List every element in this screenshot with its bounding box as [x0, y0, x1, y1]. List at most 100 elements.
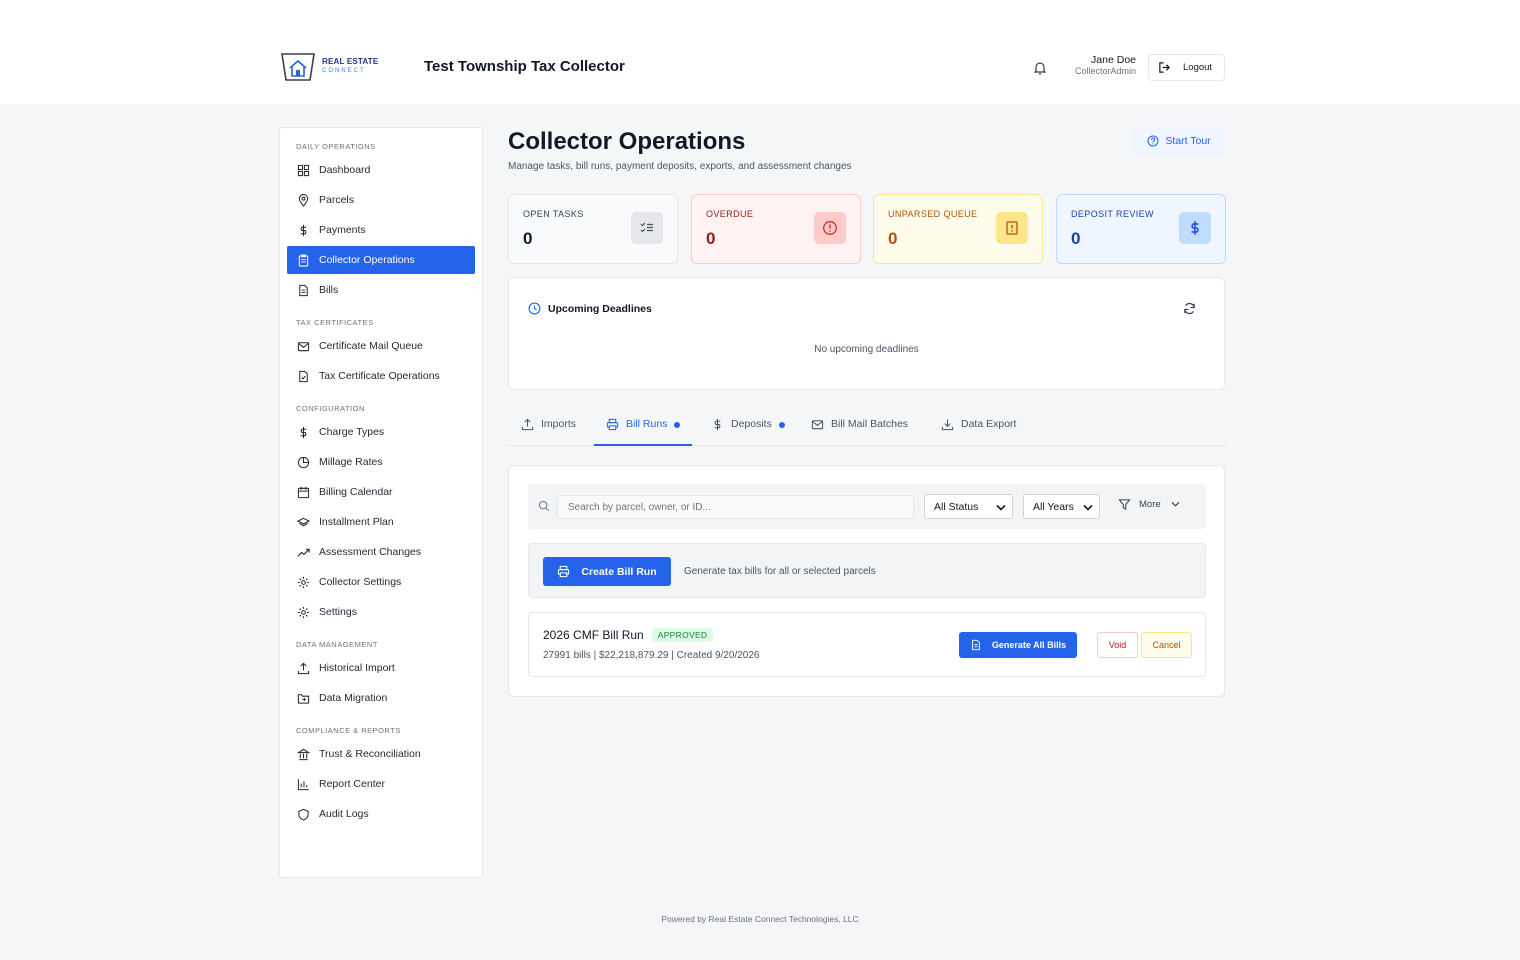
status-badge: APPROVED — [651, 628, 714, 642]
sidebar-item-audit-logs[interactable]: Audit Logs — [287, 800, 475, 828]
tab-bill-mail-batches[interactable]: Bill Mail Batches — [811, 418, 908, 446]
stat-card-open-tasks[interactable]: OPEN TASKS 0 — [508, 194, 678, 264]
years-select-value: All Years — [1033, 500, 1074, 513]
create-bill-run-label: Create Bill Run — [581, 565, 657, 578]
sidebar-item-settings[interactable]: Settings — [287, 598, 475, 626]
sidebar-item-assessment-changes[interactable]: Assessment Changes — [287, 538, 475, 566]
tab-label: Bill Mail Batches — [831, 418, 909, 430]
void-button[interactable]: Void — [1097, 632, 1138, 658]
sidebar-item-report-center[interactable]: Report Center — [287, 770, 475, 798]
sidebar-section-title: DAILY OPERATIONS — [296, 142, 376, 151]
sidebar-item-label: Billing Calendar — [319, 486, 393, 498]
gear-icon — [297, 606, 310, 618]
chevron-down-icon — [996, 504, 1006, 511]
sidebar-item-trust-reconciliation[interactable]: Trust & Reconciliation — [287, 740, 475, 768]
user-role: CollectorAdmin — [1074, 66, 1136, 77]
cancel-button[interactable]: Cancel — [1141, 632, 1192, 658]
chevron-down-icon — [1171, 501, 1180, 507]
page-subtitle: Manage tasks, bill runs, payment deposit… — [508, 161, 852, 172]
sidebar-item-label: Assessment Changes — [319, 546, 422, 558]
deadlines-empty-text: No upcoming deadlines — [814, 344, 919, 355]
page-title: Collector Operations — [508, 128, 746, 155]
dollar-icon — [1191, 221, 1199, 235]
logout-button[interactable]: Logout — [1148, 54, 1225, 81]
sidebar-item-bills[interactable]: Bills — [287, 276, 475, 304]
sidebar-item-collector-operations[interactable]: Collector Operations — [287, 246, 475, 274]
dollar-icon — [714, 418, 721, 431]
sidebar-item-label: Dashboard — [319, 164, 371, 176]
sidebar-item-millage-rates[interactable]: Millage Rates — [287, 448, 475, 476]
sidebar-item-label: Parcels — [319, 194, 355, 206]
bill-run-name: 2026 CMF Bill Run — [543, 628, 644, 642]
sidebar-item-label: Millage Rates — [319, 456, 383, 468]
footer-text: Powered by Real Estate Connect Technolog… — [661, 914, 859, 924]
shield-icon — [298, 808, 309, 821]
create-bill-run-button[interactable]: Create Bill Run — [543, 557, 671, 586]
file-check-icon — [299, 370, 308, 382]
sidebar-item-label: Collector Settings — [319, 576, 402, 588]
sidebar-item-label: Certificate Mail Queue — [319, 340, 423, 352]
sidebar-item-collector-settings[interactable]: Collector Settings — [287, 568, 475, 596]
sidebar-item-billing-calendar[interactable]: Billing Calendar — [287, 478, 475, 506]
years-select[interactable]: All Years — [1023, 494, 1100, 519]
stats-row: OPEN TASKS 0 OVERDUE 0 UNPARSED QUEUE 0 … — [508, 194, 1226, 264]
sidebar-item-label: Bills — [319, 284, 339, 296]
logo[interactable]: REAL ESTATE CONNECT — [280, 48, 380, 84]
refresh-icon[interactable] — [1183, 302, 1196, 315]
search-input[interactable] — [557, 495, 914, 519]
sidebar-item-parcels[interactable]: Parcels — [287, 186, 475, 214]
house-logo-icon — [281, 53, 315, 81]
tab-label: Deposits — [731, 418, 772, 430]
sidebar-item-installment-plan[interactable]: Installment Plan — [287, 508, 475, 536]
sidebar-item-payments[interactable]: Payments — [287, 216, 475, 244]
generate-all-bills-label: Generate All Bills — [991, 640, 1067, 650]
tab-bill-runs[interactable]: Bill Runs — [594, 418, 693, 446]
map-pin-icon — [298, 193, 309, 207]
sidebar-item-label: Audit Logs — [319, 808, 369, 820]
bar-chart-icon — [297, 778, 309, 790]
list-checks-icon — [640, 222, 653, 233]
stat-card-overdue[interactable]: OVERDUE 0 — [691, 194, 861, 264]
sidebar-item-label: Settings — [319, 606, 357, 618]
calendar-icon — [297, 486, 310, 498]
sidebar-item-tax-certificate-operations[interactable]: Tax Certificate Operations — [287, 362, 475, 390]
sidebar-item-dashboard[interactable]: Dashboard — [287, 156, 475, 184]
status-select[interactable]: All Status — [924, 494, 1013, 519]
more-filters-button[interactable]: More — [1118, 498, 1180, 511]
sidebar-item-label: Tax Certificate Operations — [319, 370, 440, 382]
start-tour-button[interactable]: Start Tour — [1133, 127, 1225, 155]
tab-imports[interactable]: Imports — [521, 418, 576, 446]
sidebar-item-label: Payments — [319, 224, 366, 236]
bell-icon[interactable] — [1032, 60, 1048, 76]
tab-label: Bill Runs — [626, 418, 668, 430]
app-title: Test Township Tax Collector — [424, 58, 625, 75]
logout-label: Logout — [1183, 62, 1213, 73]
printer-icon — [558, 565, 570, 578]
printer-icon — [606, 418, 619, 431]
sidebar-item-historical-import[interactable]: Historical Import — [287, 654, 475, 682]
status-select-value: All Status — [934, 500, 979, 513]
sidebar-item-certificate-mail-queue[interactable]: Certificate Mail Queue — [287, 332, 475, 360]
file-warning-icon — [1006, 221, 1018, 235]
mail-icon — [297, 341, 310, 351]
deadlines-title: Upcoming Deadlines — [548, 302, 652, 315]
generate-all-bills-button[interactable]: Generate All Bills — [959, 632, 1077, 658]
tab-data-export[interactable]: Data Export — [941, 418, 1016, 446]
sidebar-item-label: Data Migration — [319, 692, 388, 704]
bill-run-row: 2026 CMF Bill Run APPROVED 27991 bills |… — [528, 612, 1206, 677]
tab-deposits[interactable]: Deposits — [711, 418, 785, 446]
upload-icon — [297, 662, 310, 674]
alert-circle-icon — [823, 221, 837, 235]
upcoming-deadlines-card: Upcoming Deadlines No upcoming deadlines — [508, 277, 1225, 390]
create-bill-run-row: Create Bill Run Generate tax bills for a… — [528, 543, 1206, 598]
sidebar-item-label: Charge Types — [319, 426, 385, 438]
file-text-icon — [971, 639, 980, 651]
user-name: Jane Doe — [1091, 54, 1136, 66]
stat-card-deposit-review[interactable]: DEPOSIT REVIEW 0 — [1056, 194, 1226, 264]
sidebar-item-charge-types[interactable]: Charge Types — [287, 418, 475, 446]
gear-icon — [297, 576, 310, 588]
filter-bar: All Status All Years More — [528, 484, 1206, 529]
stat-card-unparsed-queue[interactable]: UNPARSED QUEUE 0 — [873, 194, 1043, 264]
sidebar-item-data-migration[interactable]: Data Migration — [287, 684, 475, 712]
dollar-icon — [300, 426, 307, 438]
